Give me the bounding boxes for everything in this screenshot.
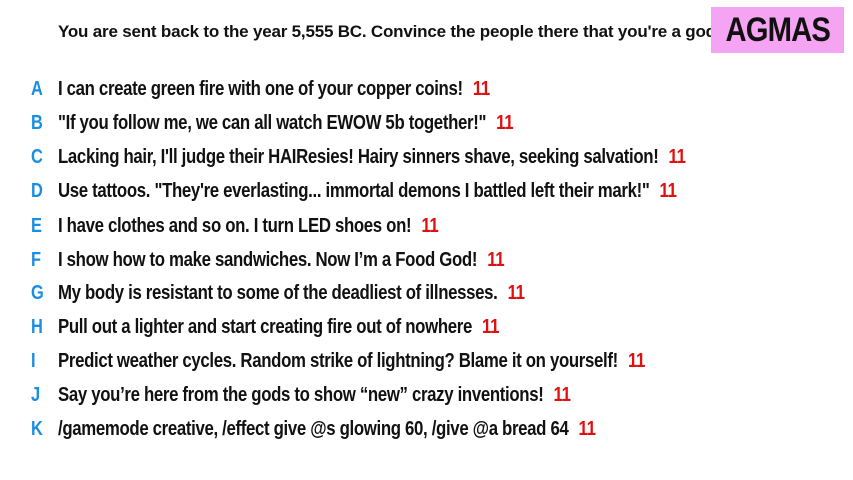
response-text: /gamemode creative, /effect give @s glow… [58,417,596,440]
response-letter: F [31,248,42,271]
response-score: 11 [472,77,490,100]
response-letter: J [31,383,41,406]
response-letter: G [31,281,44,304]
response-text: Lacking hair, I'll judge their HAIResies… [58,145,686,168]
response-text: Predict weather cycles. Random strike of… [58,349,646,372]
response-letter: D [31,179,43,202]
prompt-text: You are sent back to the year 5,555 BC. … [58,22,721,41]
response-score: 11 [496,111,514,134]
response-text: Use tattoos. "They're everlasting... imm… [58,179,677,202]
response-score: 11 [627,349,646,372]
response-text: I have clothes and so on. I turn LED sho… [58,214,439,237]
response-score: 11 [421,214,439,237]
response-letter: H [31,315,43,338]
response-score: 11 [553,383,571,406]
response-text: I show how to make sandwiches. Now I’m a… [58,248,505,271]
response-letter: C [31,145,43,168]
response-text: Pull out a lighter and start creating fi… [58,315,500,338]
response-score: 11 [482,315,500,338]
logo-text: AGMAS [725,10,830,49]
response-text: I can create green fire with one of your… [58,77,490,100]
response-text: My body is resistant to some of the dead… [58,281,525,304]
response-letter: B [31,111,43,134]
response-score: 11 [487,248,505,271]
response-letter: I [31,349,36,372]
response-text: Say you’re here from the gods to show “n… [58,383,571,406]
logo-badge: AGMAS [711,7,844,53]
response-letter: K [31,417,43,440]
response-letter: E [31,214,42,237]
response-score: 11 [578,417,596,440]
response-score: 11 [507,281,525,304]
response-text: "If you follow me, we can all watch EWOW… [58,111,514,134]
response-score: 11 [659,179,677,202]
response-score: 11 [668,145,686,168]
response-letter: A [31,77,43,100]
